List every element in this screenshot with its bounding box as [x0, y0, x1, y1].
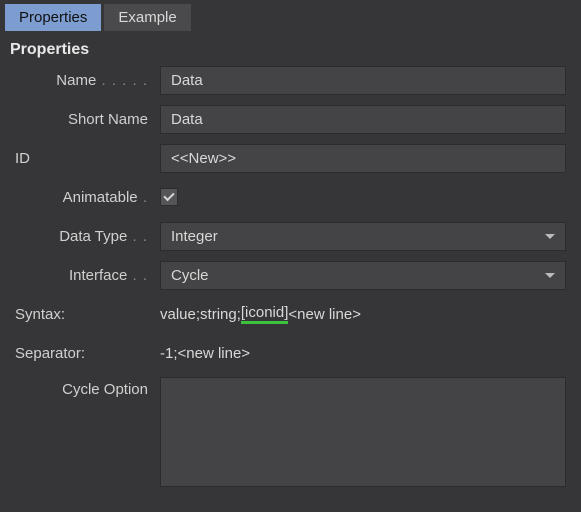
label-name: Name	[15, 72, 160, 89]
label-separator: Separator:	[15, 345, 160, 362]
row-name: Name	[15, 65, 566, 95]
properties-form: Name Short Name ID Animatable Data Type …	[0, 65, 581, 487]
name-input[interactable]	[160, 66, 566, 95]
row-cycle-option: Cycle Option	[15, 377, 566, 487]
chevron-down-icon	[545, 273, 555, 278]
tab-bar: Properties Example	[0, 0, 581, 31]
separator-value: -1;<new line>	[160, 341, 566, 366]
id-input[interactable]	[160, 144, 566, 173]
label-animatable: Animatable	[15, 189, 160, 206]
chevron-down-icon	[545, 234, 555, 239]
row-syntax: Syntax: value;string;[iconid]<new line>	[15, 299, 566, 329]
row-id: ID	[15, 143, 566, 173]
check-icon	[163, 190, 174, 201]
row-interface: Interface Cycle	[15, 260, 566, 290]
row-data-type: Data Type Integer	[15, 221, 566, 251]
animatable-checkbox[interactable]	[160, 188, 178, 206]
interface-select[interactable]: Cycle	[160, 261, 566, 290]
cycle-option-textarea[interactable]	[160, 377, 566, 487]
label-interface: Interface	[15, 267, 160, 284]
label-cycle-option: Cycle Option	[15, 377, 160, 398]
label-id: ID	[15, 150, 160, 167]
tab-properties[interactable]: Properties	[5, 4, 101, 31]
label-data-type: Data Type	[15, 228, 160, 245]
syntax-value: value;string;[iconid]<new line>	[160, 300, 566, 328]
short-name-input[interactable]	[160, 105, 566, 134]
interface-value: Cycle	[171, 267, 209, 284]
data-type-select[interactable]: Integer	[160, 222, 566, 251]
data-type-value: Integer	[171, 228, 218, 245]
row-short-name: Short Name	[15, 104, 566, 134]
row-separator: Separator: -1;<new line>	[15, 338, 566, 368]
label-short-name: Short Name	[15, 111, 160, 128]
row-animatable: Animatable	[15, 182, 566, 212]
section-header: Properties	[0, 31, 581, 65]
syntax-highlight: [iconid]	[241, 304, 289, 324]
label-syntax: Syntax:	[15, 306, 160, 323]
tab-example[interactable]: Example	[104, 4, 190, 31]
